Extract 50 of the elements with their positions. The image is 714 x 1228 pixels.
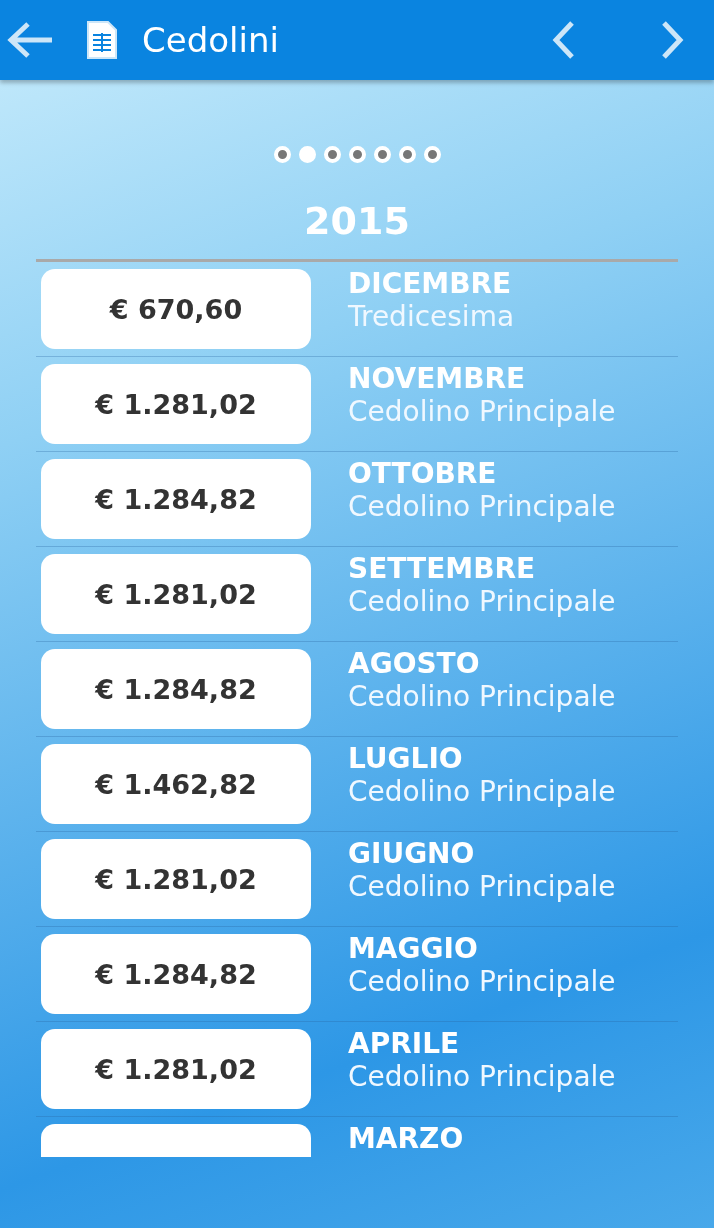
amount-box: € 1.281,02	[41, 554, 311, 634]
payslip-type: Cedolino Principale	[348, 965, 616, 998]
payslip-row[interactable]: € 1.281,02 APRILE Cedolino Principale	[36, 1022, 678, 1117]
year-heading: 2015	[303, 199, 411, 245]
month-label: SETTEMBRE	[348, 552, 537, 585]
month-label: DICEMBRE	[348, 267, 513, 300]
month-label: AGOSTO	[348, 647, 481, 680]
payslip-type: Cedolino Principale	[348, 870, 616, 903]
amount-box: € 1.284,82	[41, 649, 311, 729]
payslip-type: Cedolino Principale	[348, 490, 616, 523]
month-label: APRILE	[348, 1027, 461, 1060]
chevron-right-icon[interactable]	[660, 20, 686, 60]
page-indicator-dot[interactable]	[373, 146, 391, 163]
back-icon[interactable]	[6, 20, 52, 60]
page-indicator-dot[interactable]	[348, 146, 366, 163]
document-icon	[86, 20, 118, 60]
payslip-type: Cedolino Principale	[348, 775, 616, 808]
month-label: MARZO	[348, 1122, 464, 1155]
month-label: MAGGIO	[348, 932, 479, 965]
page-indicator-dot[interactable]	[423, 146, 441, 163]
amount-box: € 670,60	[41, 269, 311, 349]
page-indicator-dot[interactable]	[298, 146, 316, 163]
page-indicator-dot[interactable]	[323, 146, 341, 163]
amount-box: € 1.284,82	[41, 934, 311, 1014]
month-label: NOVEMBRE	[348, 362, 527, 395]
payslip-type: Cedolino Principale	[348, 1060, 616, 1093]
month-label: GIUGNO	[348, 837, 476, 870]
page-indicator-dot[interactable]	[398, 146, 416, 163]
payslip-type: Cedolino Principale	[348, 585, 616, 618]
payslip-type: Tredicesima	[348, 300, 515, 333]
screen-title: Cedolini	[142, 20, 279, 60]
payslip-row[interactable]: € 670,60 DICEMBRE Tredicesima	[36, 262, 678, 357]
payslip-type: Cedolino Principale	[348, 395, 616, 428]
payslip-type: Cedolino Principale	[348, 680, 616, 713]
chevron-left-icon[interactable]	[550, 20, 576, 60]
payslip-row[interactable]: € 1.462,82 LUGLIO Cedolino Principale	[36, 737, 678, 832]
amount-box: € 1.281,02	[41, 839, 311, 919]
payslip-row[interactable]: € 1.281,02 NOVEMBRE Cedolino Principale	[36, 357, 678, 452]
payslip-row[interactable]: € 1.284,82 AGOSTO Cedolino Principale	[36, 642, 678, 737]
amount-box: € 1.281,02	[41, 364, 311, 444]
month-label: OTTOBRE	[348, 457, 498, 490]
payslip-row[interactable]: € 1.281,02 SETTEMBRE Cedolino Principale	[36, 547, 678, 642]
payslip-row[interactable]: € 1.281,02 GIUGNO Cedolino Principale	[36, 832, 678, 927]
payslip-row[interactable]: € 1.284,82 OTTOBRE Cedolino Principale	[36, 452, 678, 547]
amount-box: € 1.284,82	[41, 459, 311, 539]
month-label: LUGLIO	[348, 742, 464, 775]
amount-box: € 1.462,82	[41, 744, 311, 824]
payslip-row[interactable]: € 1.284,82 MAGGIO Cedolino Principale	[36, 927, 678, 1022]
page-indicator-dot[interactable]	[273, 146, 291, 163]
amount-box: € 1.281,02	[41, 1029, 311, 1109]
